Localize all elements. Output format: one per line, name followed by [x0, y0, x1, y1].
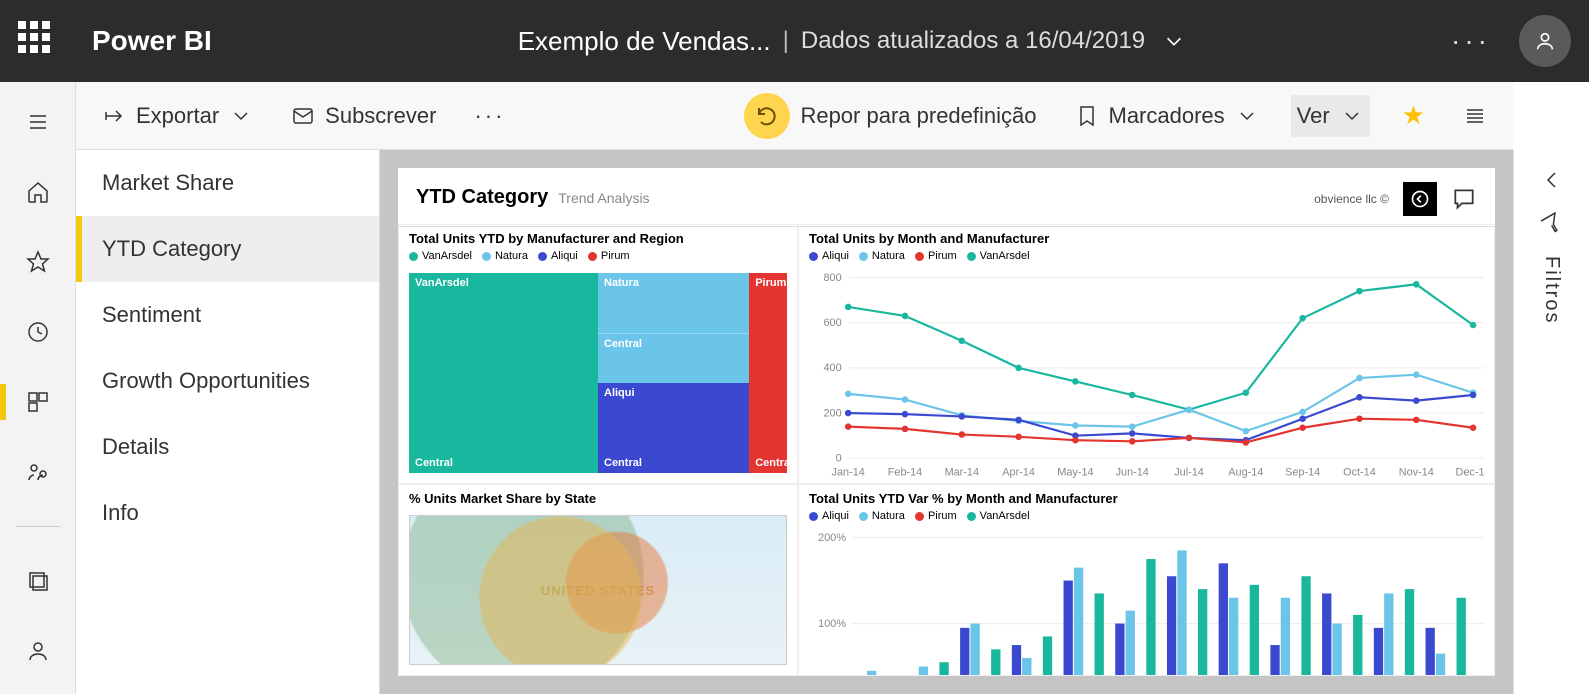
left-nav-rail [0, 82, 76, 694]
arrow-back-icon [1410, 189, 1430, 209]
breadcrumb[interactable]: Exemplo de Vendas... | Dados atualizados… [252, 26, 1451, 57]
page-nav-item[interactable]: YTD Category [76, 216, 379, 282]
visual-treemap[interactable]: Total Units YTD by Manufacturer and Regi… [398, 224, 798, 484]
nav-recent[interactable] [0, 306, 76, 358]
person-icon [1534, 30, 1556, 52]
page-subtitle: Trend Analysis [558, 190, 649, 206]
legend: AliquiNaturaPirumVanArsdel [809, 510, 1484, 522]
refresh-date: Dados atualizados a 16/04/2019 [801, 27, 1145, 55]
report-name: Exemplo de Vendas... [518, 26, 771, 57]
svg-text:Dec-14: Dec-14 [1456, 467, 1484, 478]
export-icon [102, 104, 126, 128]
svg-text:May-14: May-14 [1057, 467, 1093, 478]
export-button[interactable]: Exportar [96, 95, 259, 137]
chevron-left-icon[interactable] [1540, 168, 1564, 192]
page-title: YTD Category [416, 186, 548, 209]
page-nav-item[interactable]: Info [76, 480, 379, 546]
svg-text:600: 600 [824, 317, 842, 329]
app-title: Power BI [92, 25, 212, 57]
svg-text:Aug-14: Aug-14 [1228, 467, 1263, 478]
nav-favorites[interactable] [0, 236, 76, 288]
page-nav-item[interactable]: Sentiment [76, 282, 379, 348]
svg-text:Oct-14: Oct-14 [1343, 467, 1376, 478]
visual-map[interactable]: % Units Market Share by State UNITED STA… [398, 484, 798, 676]
page-nav-item[interactable]: Details [76, 414, 379, 480]
svg-text:Apr-14: Apr-14 [1002, 467, 1035, 478]
nav-profile[interactable] [0, 625, 76, 677]
report-canvas: YTD Category Trend Analysis obvience llc… [380, 150, 1513, 694]
reset-button[interactable]: Repor para predefinição [738, 85, 1042, 147]
page-nav-item[interactable]: Growth Opportunities [76, 348, 379, 414]
back-button[interactable] [1403, 182, 1437, 216]
chevron-down-icon [1235, 104, 1259, 128]
undo-icon [744, 93, 790, 139]
nav-apps[interactable] [0, 376, 76, 428]
bookmark-icon [1075, 104, 1099, 128]
nav-home[interactable] [0, 166, 76, 218]
svg-text:200: 200 [824, 407, 842, 419]
comment-icon[interactable] [1451, 186, 1477, 212]
nav-workspaces[interactable] [0, 555, 76, 607]
subscribe-button[interactable]: Subscrever [285, 95, 442, 137]
view-button[interactable]: Ver [1291, 95, 1370, 137]
svg-text:800: 800 [824, 272, 842, 284]
mail-icon [291, 104, 315, 128]
more-options-icon[interactable]: ··· [1451, 25, 1491, 57]
svg-text:100%: 100% [818, 618, 846, 630]
nav-shared[interactable] [0, 446, 76, 498]
svg-text:0: 0 [836, 453, 842, 465]
legend: AliquiNaturaPirumVanArsdel [809, 250, 1484, 262]
chevron-down-icon[interactable] [1163, 30, 1185, 52]
bookmarks-button[interactable]: Marcadores [1069, 95, 1265, 137]
svg-text:Mar-14: Mar-14 [945, 467, 979, 478]
chevron-down-icon [229, 104, 253, 128]
filter-icon [1535, 208, 1568, 241]
filters-label: Filtros [1540, 256, 1563, 324]
svg-text:200%: 200% [818, 532, 846, 544]
nav-hamburger[interactable] [0, 96, 76, 148]
svg-text:400: 400 [824, 362, 842, 374]
svg-text:Nov-14: Nov-14 [1399, 467, 1434, 478]
svg-text:Sep-14: Sep-14 [1285, 467, 1320, 478]
report-header: YTD Category Trend Analysis obvience llc… [398, 168, 1495, 227]
svg-text:Jan-14: Jan-14 [832, 467, 865, 478]
treemap-body: VanArsdelCentral Natura Central AliquiCe… [409, 273, 787, 473]
svg-text:Jun-14: Jun-14 [1116, 467, 1149, 478]
map-body: UNITED STATES [409, 515, 787, 665]
bar-chart-body: 0%100%200% [809, 531, 1484, 676]
page-navigation: Market ShareYTD CategorySentimentGrowth … [76, 150, 380, 694]
filters-pane-collapsed[interactable]: Filtros [1513, 150, 1589, 694]
visual-line-chart[interactable]: Total Units by Month and Manufacturer Al… [798, 224, 1495, 484]
list-icon [1463, 104, 1487, 128]
action-toolbar: Exportar Subscrever ··· Repor para prede… [76, 82, 1513, 150]
svg-text:Jul-14: Jul-14 [1174, 467, 1204, 478]
page-nav-item[interactable]: Market Share [76, 150, 379, 216]
avatar[interactable] [1519, 15, 1571, 67]
favorite-toggle[interactable]: ★ [1396, 92, 1431, 139]
svg-text:Feb-14: Feb-14 [888, 467, 922, 478]
copyright-label: obvience llc © [1314, 192, 1389, 206]
list-view-toggle[interactable] [1457, 96, 1493, 136]
top-header: Power BI Exemplo de Vendas... | Dados at… [0, 0, 1589, 82]
star-icon: ★ [1402, 100, 1425, 131]
legend: VanArsdelNaturaAliquiPirum [409, 250, 787, 262]
line-chart-body: 0 200 400 600 800 Jan-14 Feb-14 Mar-14 Apr-14 May… [809, 271, 1484, 478]
toolbar-more[interactable]: ··· [468, 95, 511, 137]
ellipsis-icon: ··· [474, 103, 505, 129]
chevron-down-icon [1340, 104, 1364, 128]
visual-bar-chart[interactable]: Total Units YTD Var % by Month and Manuf… [798, 484, 1495, 676]
app-launcher-icon[interactable] [18, 21, 58, 61]
